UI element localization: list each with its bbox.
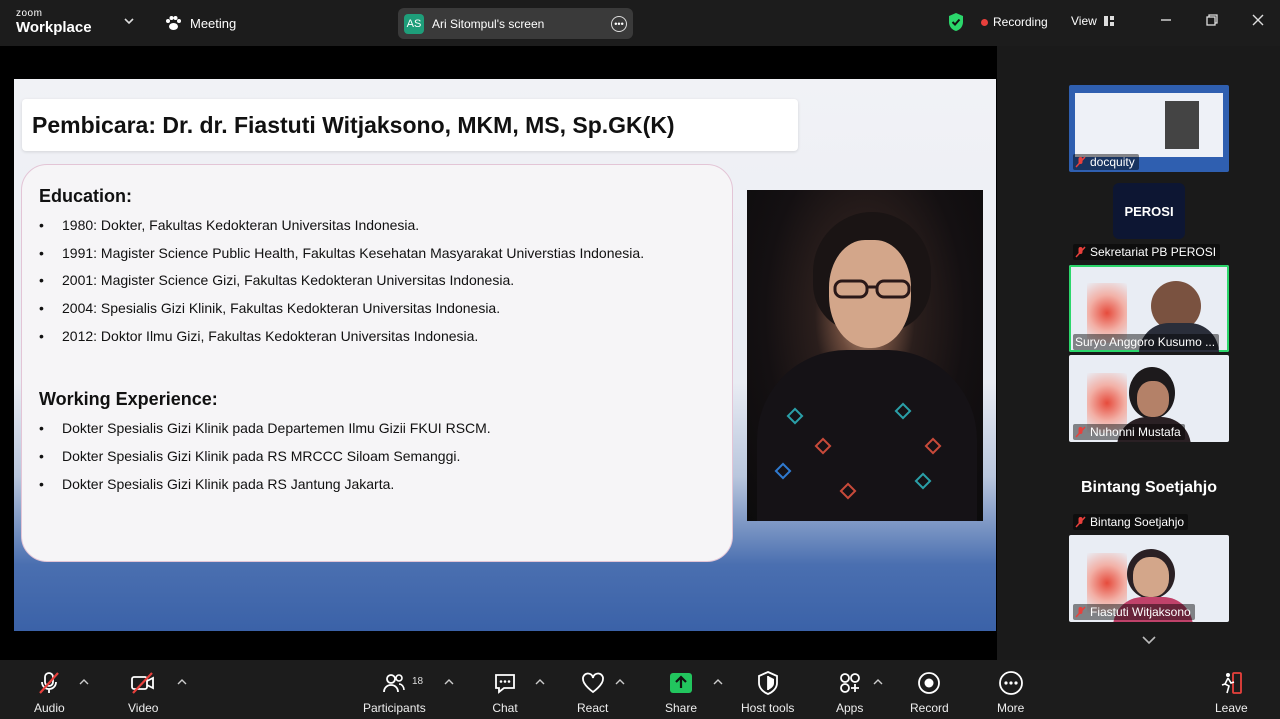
slide-title-box: Pembicara: Dr. dr. Fiastuti Witjaksono, …	[22, 99, 798, 151]
zoom-logo: zoom Workplace	[16, 8, 92, 36]
restore-icon[interactable]	[1204, 12, 1220, 28]
brand-top: zoom	[16, 8, 43, 19]
presentation-slide: Pembicara: Dr. dr. Fiastuti Witjaksono, …	[14, 79, 996, 631]
shield-icon	[757, 671, 778, 695]
chat-button[interactable]: Chat	[492, 670, 518, 719]
more-icon	[998, 671, 1023, 695]
scroll-down-chevron-icon[interactable]	[1141, 634, 1157, 646]
list-item: • Dokter Spesialis Gizi Klinik pada Depar…	[39, 420, 491, 436]
video-button[interactable]: Video	[128, 670, 158, 719]
host-tools-button[interactable]: Host tools	[741, 670, 794, 719]
participant-name: Sekretariat PB PEROSI	[1073, 244, 1221, 260]
work-heading: Working Experience:	[39, 389, 218, 409]
shared-screen-view: Pembicara: Dr. dr. Fiastuti Witjaksono, …	[0, 46, 997, 660]
participants-button[interactable]: Participants 18	[363, 670, 426, 719]
sharer-avatar: AS	[404, 13, 424, 34]
list-item: • Dokter Spesialis Gizi Klinik pada RS Ja…	[39, 476, 395, 492]
security-shield-icon[interactable]	[947, 12, 965, 32]
heart-icon	[581, 672, 604, 694]
participant-name: Nuhonni Mustafa	[1073, 424, 1185, 440]
list-item: • 1991: Magister Science Public Health, F…	[39, 245, 645, 261]
view-label: View	[1071, 14, 1097, 28]
participant-name: Fiastuti Witjaksono	[1073, 604, 1195, 620]
participants-options-caret-icon[interactable]	[444, 678, 454, 686]
participant-tile[interactable]: PEROSI Sekretariat PB PEROSI	[1069, 175, 1229, 262]
participant-tile[interactable]: Fiastuti Witjaksono	[1069, 535, 1229, 622]
muted-mic-icon	[1075, 246, 1086, 258]
list-item: • 1980: Dokter, Fakultas Kedokteran Unive…	[39, 217, 420, 233]
apps-options-caret-icon[interactable]	[873, 678, 883, 686]
meeting-toolbar: Audio Video Participants 18 Chat React S…	[0, 660, 1280, 719]
recording-dot-icon	[981, 18, 988, 26]
screen-share-label: Ari Sitompul's screen	[432, 16, 545, 31]
screen-share-indicator[interactable]: AS Ari Sitompul's screen •••	[398, 8, 633, 39]
close-icon[interactable]	[1250, 12, 1266, 28]
minimize-icon[interactable]	[1158, 12, 1174, 28]
muted-mic-icon	[1075, 606, 1086, 618]
perosi-logo: PEROSI	[1113, 183, 1185, 239]
chevron-down-icon[interactable]	[122, 14, 136, 28]
recording-indicator[interactable]: Recording	[981, 15, 1048, 29]
record-button[interactable]: Record	[910, 670, 949, 719]
paw-icon	[166, 16, 181, 30]
record-icon	[918, 672, 941, 694]
share-screen-icon	[670, 673, 693, 693]
list-item: • Dokter Spesialis Gizi Klinik pada RS MR…	[39, 448, 461, 464]
grid-view-icon	[1103, 16, 1114, 26]
apps-button[interactable]: Apps	[836, 670, 863, 719]
participant-name: Suryo Anggoro Kusumo ...	[1073, 334, 1220, 350]
participant-tile[interactable]: Nuhonni Mustafa	[1069, 355, 1229, 442]
title-bar: zoom Workplace Meeting AS Ari Sitompul's…	[0, 0, 1280, 46]
view-button[interactable]: View	[1071, 14, 1115, 28]
more-options-icon[interactable]: •••	[611, 15, 627, 32]
leave-button[interactable]: Leave	[1215, 670, 1248, 719]
muted-mic-icon	[1075, 426, 1086, 438]
more-button[interactable]: More	[997, 670, 1024, 719]
participant-name: Bintang Soetjahjo	[1073, 514, 1189, 530]
list-item: • 2001: Magister Science Gizi, Fakultas K…	[39, 272, 515, 288]
speaker-photo	[747, 190, 983, 521]
participant-name: docquity	[1073, 154, 1139, 170]
participant-display-name: Bintang Soetjahjo	[1081, 479, 1217, 496]
react-options-caret-icon[interactable]	[615, 678, 625, 686]
react-button[interactable]: React	[577, 670, 608, 719]
recording-label: Recording	[993, 15, 1048, 29]
participant-tile[interactable]: Bintang Soetjahjo Bintang Soetjahjo	[1069, 445, 1229, 532]
participant-tile-active-speaker[interactable]: Suryo Anggoro Kusumo ...	[1069, 265, 1229, 352]
education-heading: Education:	[39, 186, 132, 206]
audio-button[interactable]: Audio	[34, 670, 65, 719]
brand-bottom: Workplace	[16, 19, 92, 36]
participants-count: 18	[412, 676, 424, 687]
video-options-caret-icon[interactable]	[177, 678, 187, 686]
share-button[interactable]: Share	[665, 670, 697, 719]
speaker-info-box: Education: • 1980: Dokter, Fakultas Kedok…	[21, 164, 733, 562]
meeting-menu[interactable]: Meeting	[164, 14, 236, 32]
muted-mic-icon	[1075, 516, 1086, 528]
participants-icon	[383, 674, 406, 693]
video-off-icon	[131, 672, 155, 694]
apps-icon	[839, 673, 860, 693]
leave-icon	[1222, 672, 1243, 694]
muted-mic-icon	[39, 672, 60, 694]
slide-title: Pembicara: Dr. dr. Fiastuti Witjaksono, …	[32, 112, 675, 138]
list-item: • 2012: Doktor Ilmu Gizi, Fakultas Kedokt…	[39, 328, 479, 344]
audio-options-caret-icon[interactable]	[79, 678, 89, 686]
share-options-caret-icon[interactable]	[713, 678, 723, 686]
muted-mic-icon	[1075, 156, 1086, 168]
participant-tile[interactable]: docquity	[1069, 85, 1229, 172]
chat-icon	[495, 674, 515, 694]
meeting-label: Meeting	[190, 15, 237, 31]
list-item: • 2004: Spesialis Gizi Klinik, Fakultas K…	[39, 300, 501, 316]
chat-options-caret-icon[interactable]	[535, 678, 545, 686]
